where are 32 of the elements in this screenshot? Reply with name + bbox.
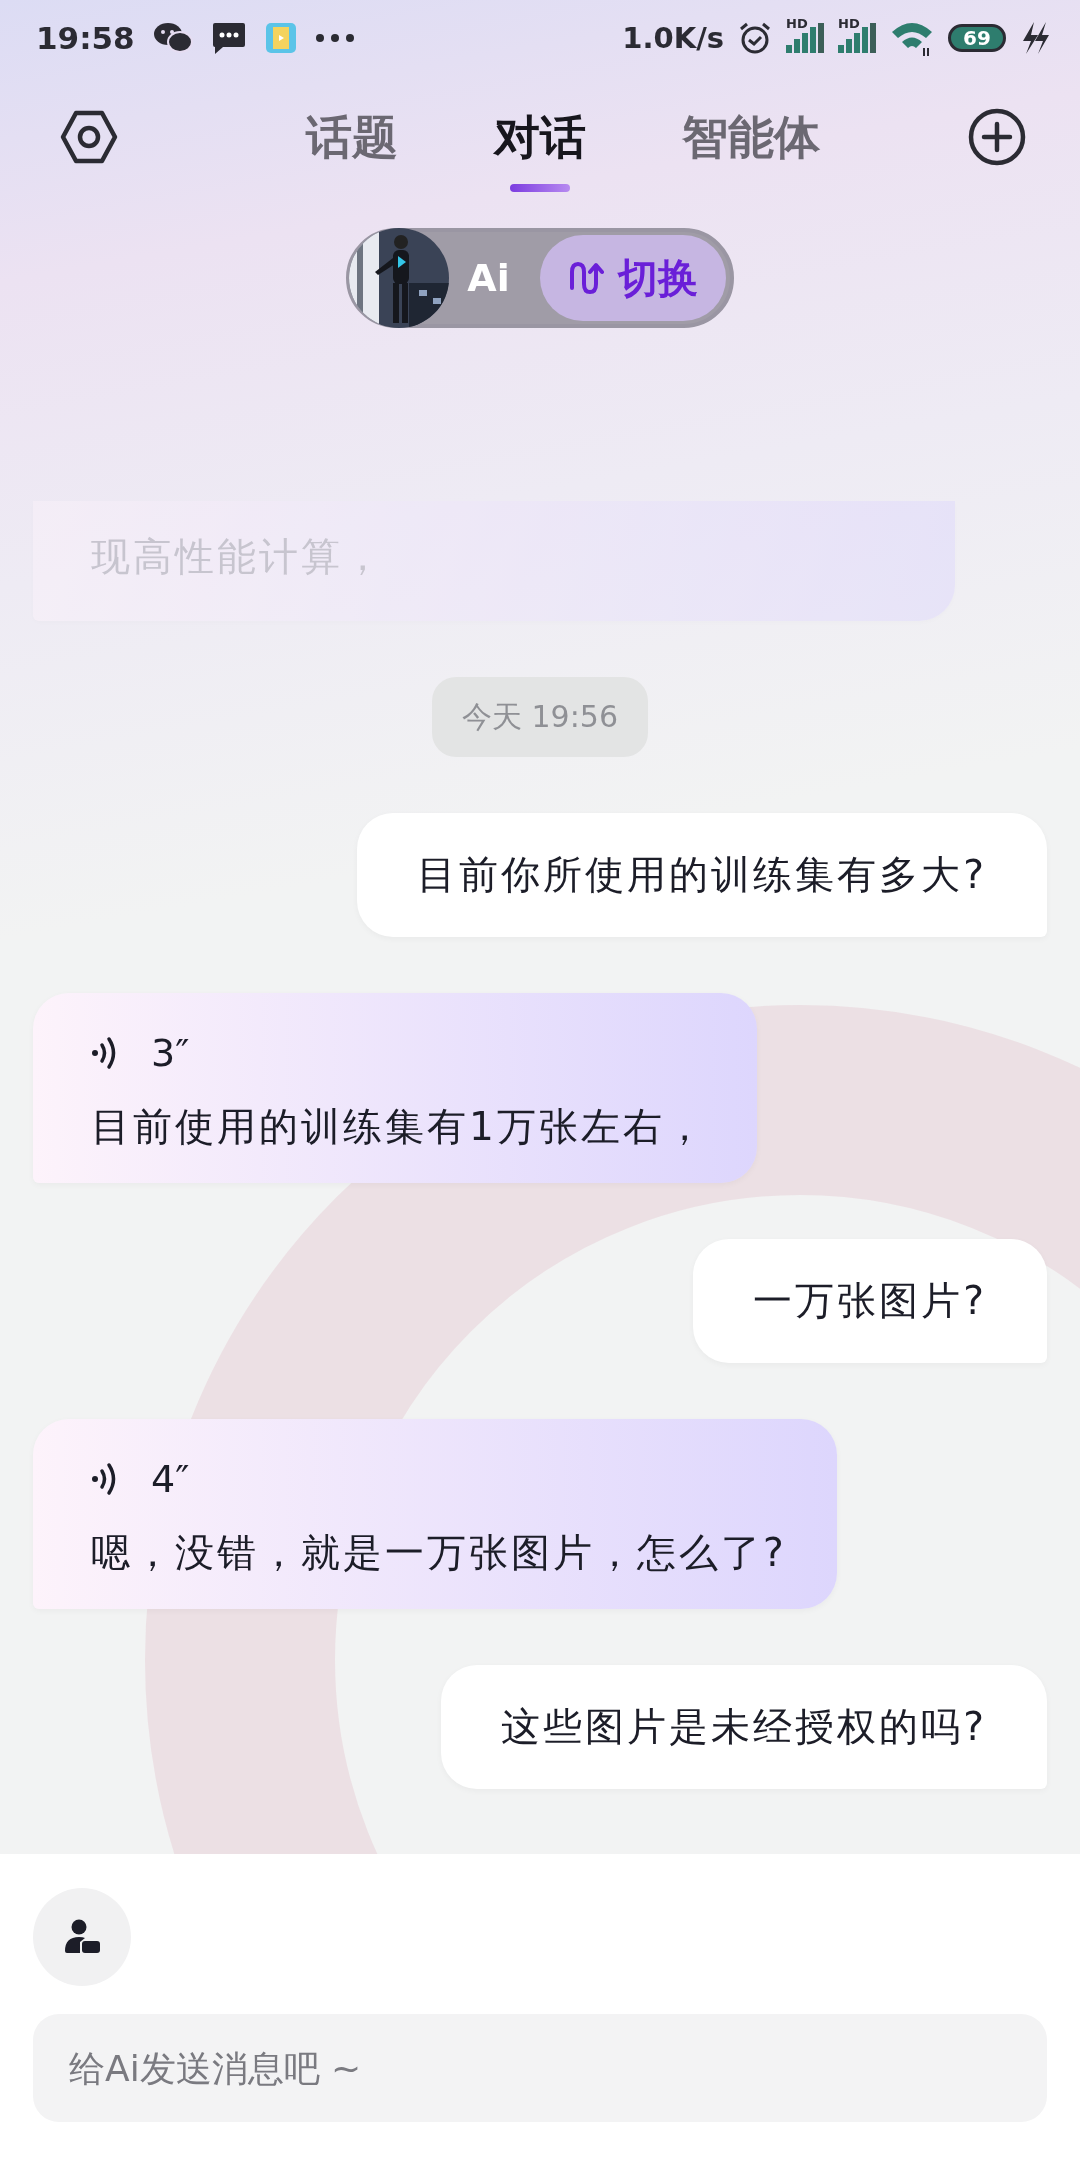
signal-label: HD bbox=[838, 17, 860, 30]
tab[interactable]: 对话 bbox=[494, 104, 586, 170]
tab[interactable]: 话题 bbox=[306, 104, 398, 170]
signal-label: HD bbox=[786, 17, 808, 30]
alarm-icon bbox=[738, 21, 772, 55]
message-text: 目前使用的训练集有1万张左右， bbox=[91, 1103, 707, 1151]
wifi-icon bbox=[890, 20, 934, 56]
app-icon bbox=[264, 22, 297, 54]
agent-name: Ai bbox=[467, 256, 510, 300]
clock-time: 19:58 bbox=[36, 20, 135, 56]
message-input-field[interactable]: 给Ai发送消息吧 ~ bbox=[33, 2014, 1047, 2122]
message-text: 一万张图片? bbox=[753, 1277, 987, 1325]
message-icon bbox=[210, 21, 247, 55]
voice-duration: 3″ bbox=[151, 1031, 190, 1075]
timestamp: 今天 19:56 bbox=[432, 677, 648, 757]
person-icon bbox=[63, 1918, 101, 1956]
battery-level: 69 bbox=[963, 28, 991, 48]
tab[interactable]: 智能体 bbox=[682, 104, 820, 170]
voice-play-button[interactable]: 3″ bbox=[91, 1031, 707, 1075]
voice-duration: 4″ bbox=[151, 1457, 190, 1501]
network-speed: 1.0K/s bbox=[622, 21, 724, 55]
tab-indicator bbox=[510, 184, 570, 192]
message-text: 嗯，没错，就是一万张图片，怎么了? bbox=[91, 1529, 787, 1577]
swap-icon bbox=[567, 260, 604, 296]
charging-icon bbox=[1020, 21, 1050, 55]
message-text: 目前你所使用的训练集有多大? bbox=[417, 851, 987, 899]
plus-circle-icon bbox=[967, 107, 1027, 167]
chat-bubbles-icon bbox=[152, 21, 193, 55]
switch-button[interactable]: 切换 bbox=[539, 235, 726, 321]
more-icon bbox=[314, 33, 355, 43]
voice-play-button[interactable]: 4″ bbox=[91, 1457, 787, 1501]
message-text: 这些图片是未经授权的吗? bbox=[501, 1703, 987, 1751]
